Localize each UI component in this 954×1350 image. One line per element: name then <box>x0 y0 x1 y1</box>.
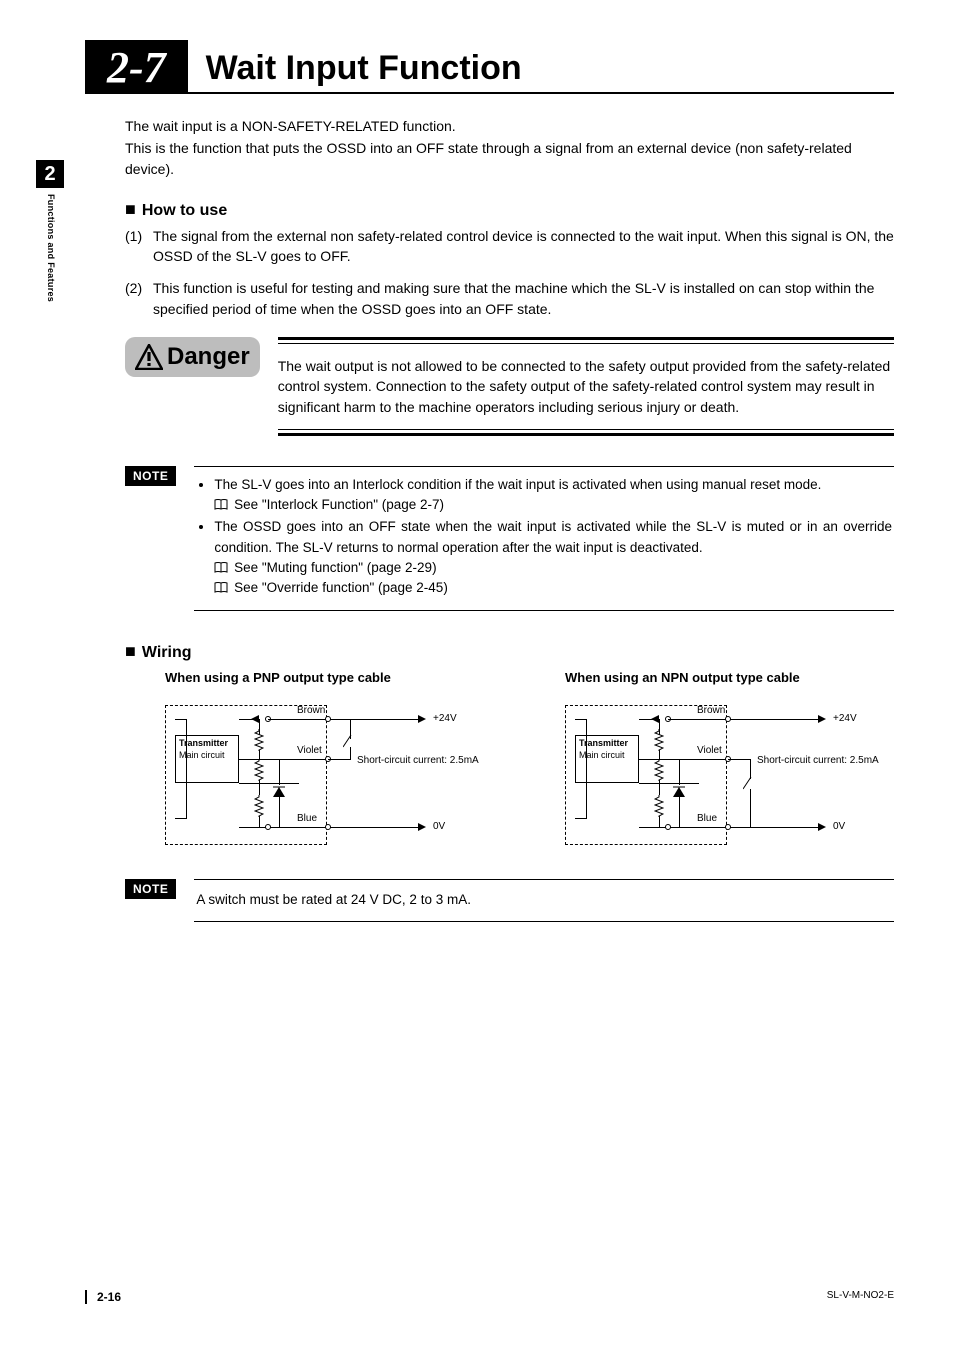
warning-triangle-icon <box>135 344 163 370</box>
plus24v-label: +24V <box>433 713 457 724</box>
list-number: (2) <box>125 278 153 319</box>
transmitter-label: Transmitter <box>579 739 635 749</box>
danger-text: The wait output is not allowed to be con… <box>278 343 894 430</box>
cross-ref: See "Interlock Function" (page 2-7) <box>234 497 444 512</box>
chapter-tab: 2 Functions and Features <box>36 160 68 302</box>
page-footer: 2-16 SL-V-M-NO2-E <box>85 1290 894 1304</box>
wire-brown-label: Brown <box>297 705 325 716</box>
transmitter-label: Transmitter <box>179 739 235 749</box>
wiring-npn-diagram: Transmitter Main circuit Brown +24V <box>565 695 885 855</box>
square-bullet-icon: ■ <box>125 199 136 219</box>
note-bullet: The OSSD goes into an OFF state when the… <box>214 517 892 598</box>
wire-violet-label: Violet <box>697 745 722 756</box>
how-to-use-list: (1) The signal from the external non saf… <box>125 226 894 319</box>
main-circuit-label: Main circuit <box>179 751 235 761</box>
wiring-diagrams: When using a PNP output type cable Trans… <box>165 670 894 855</box>
zero-v-label: 0V <box>833 821 845 832</box>
wiring-npn-caption: When using an NPN output type cable <box>565 670 905 685</box>
note-badge: NOTE <box>125 879 176 899</box>
section-number: 2-7 <box>85 40 188 92</box>
book-icon <box>214 499 228 511</box>
page-number: 2-16 <box>85 1290 121 1304</box>
book-icon <box>214 562 228 574</box>
danger-callout: Danger The wait output is not allowed to… <box>125 337 894 436</box>
list-text: This function is useful for testing and … <box>153 278 894 319</box>
list-number: (1) <box>125 226 153 267</box>
list-text: The signal from the external non safety-… <box>153 226 894 267</box>
note-callout: NOTE A switch must be rated at 24 V DC, … <box>125 879 894 921</box>
intro-line-2: This is the function that puts the OSSD … <box>125 138 894 179</box>
note-bullet: The SL-V goes into an Interlock conditio… <box>214 475 892 516</box>
main-circuit-label: Main circuit <box>579 751 635 761</box>
cross-ref: See "Override function" (page 2-45) <box>234 580 448 595</box>
chapter-number: 2 <box>36 160 64 188</box>
intro-paragraph: The wait input is a NON-SAFETY-RELATED f… <box>125 116 894 179</box>
wire-violet-label: Violet <box>297 745 322 756</box>
book-icon <box>214 582 228 594</box>
plus24v-label: +24V <box>833 713 857 724</box>
wiring-npn-column: When using an NPN output type cable Tran… <box>565 670 905 855</box>
zero-v-label: 0V <box>433 821 445 832</box>
danger-text-frame: The wait output is not allowed to be con… <box>278 337 894 436</box>
danger-label: Danger <box>167 343 250 371</box>
danger-badge: Danger <box>125 337 260 377</box>
intro-line-1: The wait input is a NON-SAFETY-RELATED f… <box>125 116 894 136</box>
section-heading: 2-7 Wait Input Function <box>85 40 894 94</box>
short-circuit-label: Short-circuit current: 2.5mA <box>357 755 479 766</box>
wiring-heading: ■Wiring <box>125 641 894 662</box>
list-item: (1) The signal from the external non saf… <box>125 226 894 267</box>
wire-blue-label: Blue <box>297 813 317 824</box>
how-to-use-heading: ■How to use <box>125 199 894 220</box>
note-callout: NOTE The SL-V goes into an Interlock con… <box>125 466 894 612</box>
chapter-label: Functions and Features <box>46 194 56 302</box>
wiring-pnp-column: When using a PNP output type cable Trans… <box>165 670 505 855</box>
note-text: The SL-V goes into an Interlock conditio… <box>194 466 894 612</box>
list-item: (2) This function is useful for testing … <box>125 278 894 319</box>
square-bullet-icon: ■ <box>125 641 136 661</box>
short-circuit-label: Short-circuit current: 2.5mA <box>757 755 879 766</box>
section-title: Wait Input Function <box>188 40 522 92</box>
note-badge: NOTE <box>125 466 176 486</box>
wiring-pnp-diagram: Transmitter Main circuit Brown +24V <box>165 695 485 855</box>
wiring-pnp-caption: When using a PNP output type cable <box>165 670 505 685</box>
document-id: SL-V-M-NO2-E <box>827 1290 894 1304</box>
wire-brown-label: Brown <box>697 705 725 716</box>
cross-ref: See "Muting function" (page 2-29) <box>234 560 436 575</box>
note-text: A switch must be rated at 24 V DC, 2 to … <box>194 879 894 921</box>
wire-blue-label: Blue <box>697 813 717 824</box>
